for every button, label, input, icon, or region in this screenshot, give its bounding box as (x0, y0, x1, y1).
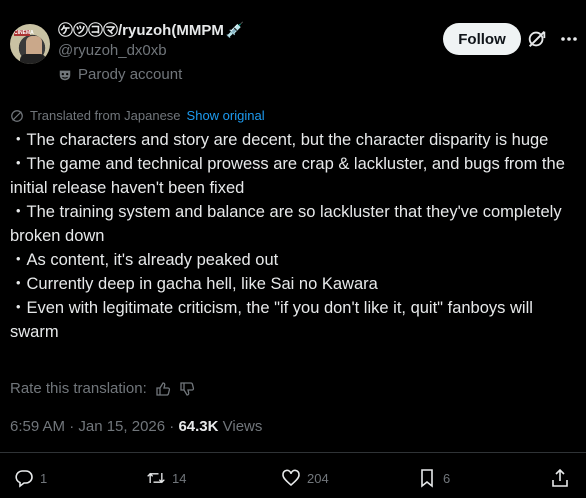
avatar[interactable]: CINEMA (10, 24, 50, 64)
reply-icon (15, 470, 33, 488)
bookmark-button[interactable]: 6 (417, 468, 450, 488)
post-line: ・Even with legitimate criticism, the "if… (10, 299, 533, 341)
like-icon (282, 469, 300, 487)
rate-label: Rate this translation: (10, 380, 147, 397)
user-handle[interactable]: @ryuzoh_dx0xb (58, 41, 245, 61)
views-label: Views (218, 418, 263, 435)
bookmark-count: 6 (443, 470, 451, 486)
repost-count: 14 (172, 470, 187, 486)
mask-icon (59, 70, 71, 80)
post-line: ・The game and technical prowess are crap… (10, 155, 565, 197)
action-bar: 1 14 204 6 (0, 466, 586, 494)
divider (0, 452, 586, 453)
reply-count: 1 (40, 470, 48, 486)
avatar-badge: CINEMA (14, 30, 34, 36)
timestamp[interactable]: 6:59 AM · Jan 15, 2026 · (10, 418, 178, 435)
display-name[interactable]: ㋘㋡㋙㋮/ryuzoh(MMPM 💉 (58, 22, 245, 40)
post-meta: 6:59 AM · Jan 15, 2026 · 64.3K Views (10, 418, 262, 435)
reply-button[interactable]: 1 (14, 468, 47, 488)
translation-notice: Translated from Japanese Show original (10, 108, 265, 123)
post-line: ・As content, it's already peaked out (10, 251, 279, 269)
share-icon (552, 468, 568, 487)
thumbs-up-icon[interactable] (155, 381, 171, 397)
post-line: ・The training system and balance are so … (10, 203, 562, 245)
syringe-emoji: 💉 (225, 22, 245, 39)
like-count: 204 (307, 470, 329, 486)
bookmark-icon (421, 469, 433, 488)
parody-label: Parody account (78, 66, 183, 83)
more-icon[interactable] (559, 28, 579, 50)
follow-button[interactable]: Follow (443, 23, 521, 55)
like-button[interactable]: 204 (281, 468, 329, 488)
show-original-link[interactable]: Show original (187, 108, 265, 123)
post-line: ・The characters and story are decent, bu… (10, 131, 549, 149)
post-line: ・Currently deep in gacha hell, like Sai … (10, 275, 378, 293)
user-meta: ㋘㋡㋙㋮/ryuzoh(MMPM 💉 @ryuzoh_dx0xb (58, 22, 245, 61)
views-count: 64.3K (178, 418, 219, 435)
share-button[interactable] (550, 468, 570, 488)
grok-icon[interactable] (526, 28, 548, 50)
thumbs-down-icon[interactable] (179, 381, 195, 397)
repost-button[interactable]: 14 (146, 468, 186, 488)
globe-icon (11, 109, 23, 122)
repost-icon (147, 472, 165, 484)
parody-badge: Parody account (58, 66, 182, 83)
post-text: ・The characters and story are decent, bu… (10, 128, 576, 344)
rate-translation: Rate this translation: (10, 380, 195, 397)
translation-label: Translated from Japanese (30, 108, 181, 123)
